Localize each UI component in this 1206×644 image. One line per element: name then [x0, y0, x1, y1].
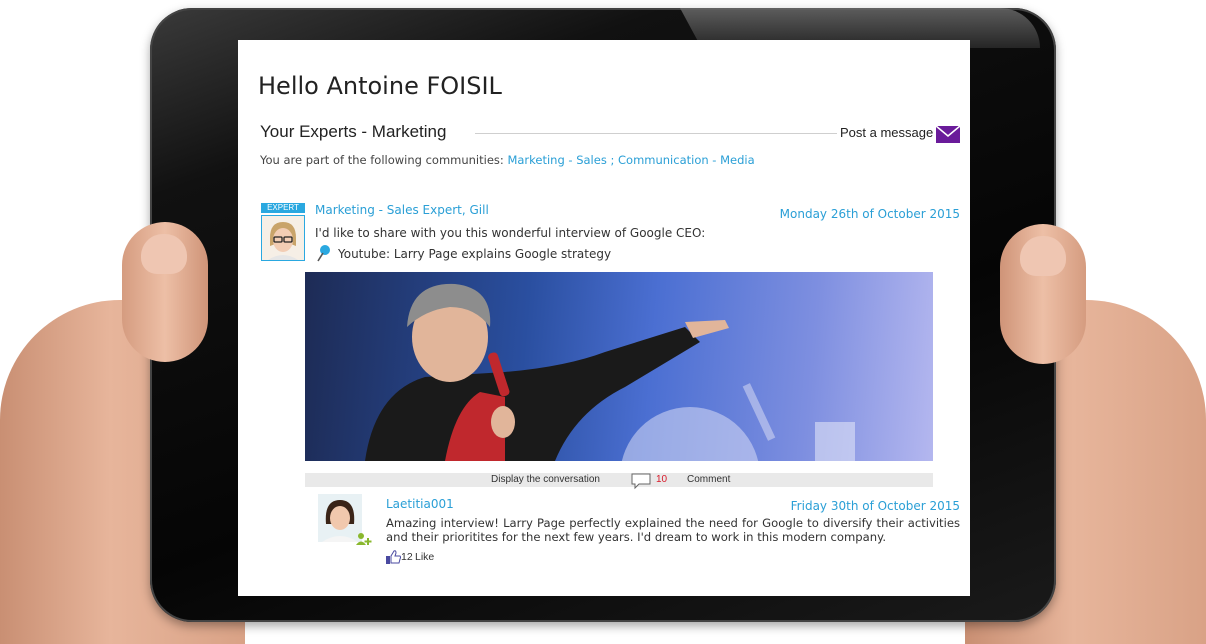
tablet-screen: Hello Antoine FOISIL Your Experts - Mark… — [238, 40, 970, 596]
reply-author[interactable]: Laetitia001 — [386, 497, 454, 511]
communities-line: You are part of the following communitie… — [260, 153, 755, 167]
mail-icon[interactable] — [936, 126, 960, 143]
expert-avatar-image — [262, 216, 304, 260]
add-user-icon[interactable] — [356, 532, 372, 546]
video-image — [365, 283, 855, 461]
comment-button[interactable]: Comment — [687, 474, 730, 485]
divider — [475, 133, 837, 134]
pin-icon — [317, 245, 330, 262]
display-conversation-link[interactable]: Display the conversation — [491, 474, 600, 485]
reply-date: Friday 30th of October 2015 — [790, 499, 960, 513]
avatar[interactable] — [261, 215, 305, 261]
post-date: Monday 26th of October 2015 — [779, 207, 960, 221]
experts-header: Your Experts - Marketing Post a message — [260, 122, 960, 144]
expert-badge: EXPERT — [261, 203, 305, 213]
comment-count: 10 — [656, 474, 668, 485]
like-label: Like — [415, 551, 435, 563]
experts-title: Your Experts - Marketing — [260, 122, 447, 141]
like-count: 12 — [401, 551, 413, 563]
page-title: Hello Antoine FOISIL — [258, 72, 502, 100]
video-thumbnail[interactable] — [305, 272, 933, 461]
reply-message: Amazing interview! Larry Page perfectly … — [386, 516, 960, 544]
communities-prefix: You are part of the following communitie… — [260, 153, 504, 167]
like-icon — [386, 550, 401, 564]
youtube-link[interactable]: Youtube: Larry Page explains Google stra… — [338, 247, 611, 261]
communities-links[interactable]: Marketing - Sales ; Communication - Medi… — [507, 153, 754, 167]
post-author[interactable]: Marketing - Sales Expert, Gill — [315, 203, 489, 217]
post-message: I'd like to share with you this wonderfu… — [315, 226, 706, 240]
conversation-bar: Display the conversation 10 Comment — [305, 472, 933, 490]
left-thumbnail — [141, 234, 187, 274]
right-thumbnail — [1020, 236, 1066, 276]
post-message-button[interactable]: Post a message — [840, 125, 933, 140]
comment-icon[interactable] — [630, 472, 652, 490]
